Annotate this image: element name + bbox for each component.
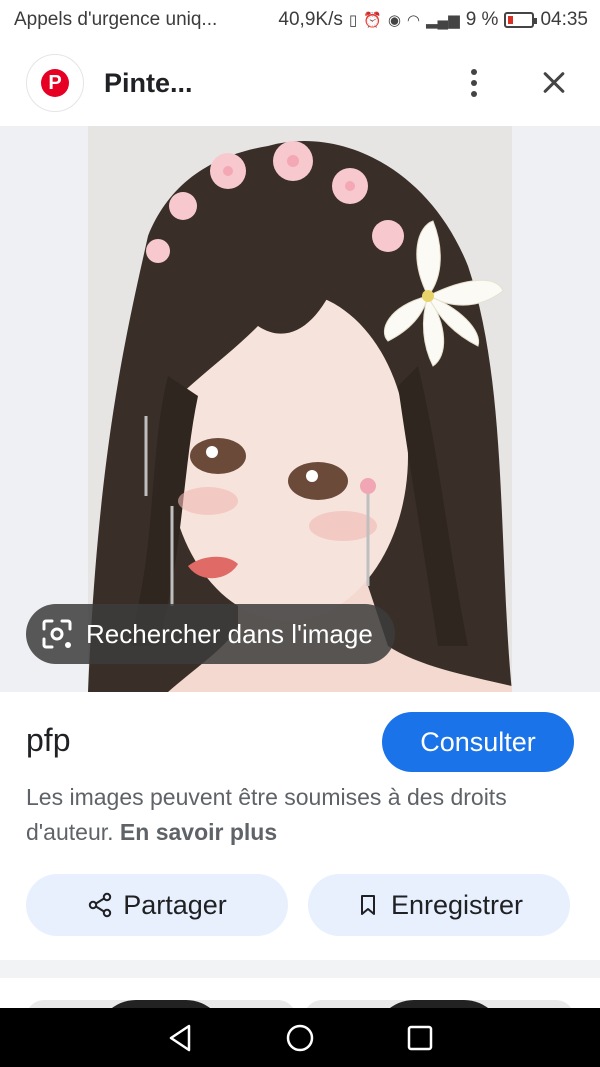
- share-icon: [89, 892, 112, 918]
- recents-square-icon[interactable]: [400, 1018, 440, 1058]
- learn-more-link[interactable]: En savoir plus: [120, 819, 277, 845]
- status-notification-text: Appels d'urgence uniq...: [14, 9, 218, 30]
- copyright-notice: Les images peuvent être soumises à des d…: [26, 780, 586, 850]
- save-button[interactable]: Enregistrer: [308, 874, 570, 936]
- eye-icon: ◉: [387, 12, 401, 29]
- share-label: Partager: [123, 889, 227, 920]
- related-result-card[interactable]: [26, 1000, 296, 1008]
- bookmark-icon: [360, 895, 375, 915]
- save-label: Enregistrer: [390, 889, 524, 920]
- share-button[interactable]: Partager: [26, 874, 288, 936]
- battery-icon: [504, 12, 538, 28]
- search-in-image-button[interactable]: Rechercher dans l'image: [26, 604, 395, 664]
- system-nav-bar: [0, 1008, 600, 1067]
- battery-percent: 9 %: [465, 9, 499, 30]
- top-app-bar: P Pinte...: [0, 40, 600, 126]
- lens-search-icon: [42, 619, 72, 649]
- status-indicators: 40,9K/s ▯ ⏰ ◉ ◠ ▂▄▆ 9 % 04:35: [278, 9, 588, 31]
- visit-button[interactable]: Consulter: [382, 712, 574, 772]
- section-divider: [0, 960, 600, 978]
- clock: 04:35: [540, 9, 588, 30]
- image-info-panel: pfp Consulter Les images peuvent être so…: [0, 692, 600, 960]
- more-vert-icon[interactable]: [454, 63, 494, 103]
- image-title: pfp: [26, 722, 71, 758]
- vibrate-icon: ▯: [348, 12, 358, 29]
- page-title-header: Pinte...: [104, 67, 193, 98]
- back-triangle-icon[interactable]: [160, 1018, 200, 1058]
- status-bar: Appels d'urgence uniq... 40,9K/s ▯ ⏰ ◉ ◠…: [0, 0, 600, 40]
- pinterest-logo-icon: P: [41, 69, 69, 97]
- image-preview-area: Rechercher dans l'image: [0, 126, 600, 692]
- signal-icon: ▂▄▆: [426, 12, 460, 29]
- alarm-icon: ⏰: [363, 12, 382, 29]
- site-logo[interactable]: P: [26, 54, 84, 112]
- wifi-icon: ◠: [406, 12, 420, 29]
- network-speed: 40,9K/s: [278, 9, 343, 30]
- close-icon[interactable]: [534, 63, 574, 103]
- related-result-card[interactable]: [304, 1000, 574, 1008]
- search-in-image-label: Rechercher dans l'image: [86, 618, 373, 649]
- related-results: [0, 978, 600, 1008]
- home-circle-icon[interactable]: [280, 1018, 320, 1058]
